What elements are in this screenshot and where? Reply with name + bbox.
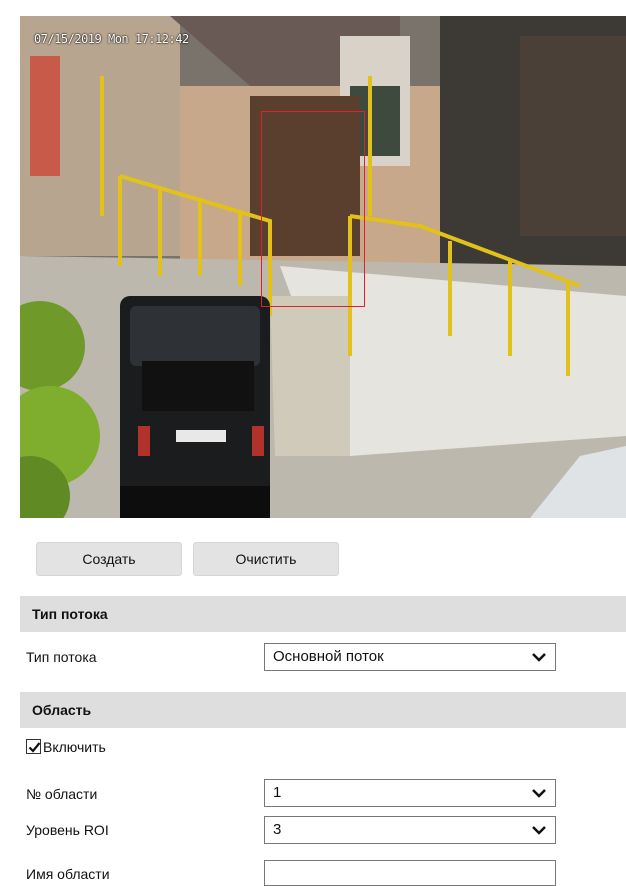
stream-type-section-header: Тип потока xyxy=(20,596,626,632)
roi-level-label: Уровень ROI xyxy=(26,822,109,838)
area-number-select[interactable]: 1 xyxy=(264,779,556,807)
checkmark-icon xyxy=(28,742,41,753)
area-name-input[interactable] xyxy=(264,860,556,886)
stream-type-value: Основной поток xyxy=(273,648,384,665)
roi-rectangle[interactable] xyxy=(261,111,365,307)
stream-type-select[interactable]: Основной поток xyxy=(264,643,556,671)
roi-level-value: 3 xyxy=(273,821,282,838)
chevron-down-icon xyxy=(532,653,546,662)
enable-label: Включить xyxy=(43,739,106,755)
clear-button[interactable]: Очистить xyxy=(193,542,339,576)
create-button[interactable]: Создать xyxy=(36,542,182,576)
area-section-header: Область xyxy=(20,692,626,728)
area-number-label: № области xyxy=(26,786,98,802)
enable-checkbox[interactable] xyxy=(26,739,41,754)
stream-type-label: Тип потока xyxy=(26,649,97,665)
chevron-down-icon xyxy=(532,826,546,835)
chevron-down-icon xyxy=(532,789,546,798)
osd-timestamp: 07/15/2019 Mon 17:12:42 xyxy=(34,32,189,46)
video-preview[interactable]: 07/15/2019 Mon 17:12:42 xyxy=(20,16,626,518)
area-name-label: Имя области xyxy=(26,866,110,882)
area-number-value: 1 xyxy=(273,784,282,801)
roi-level-select[interactable]: 3 xyxy=(264,816,556,844)
